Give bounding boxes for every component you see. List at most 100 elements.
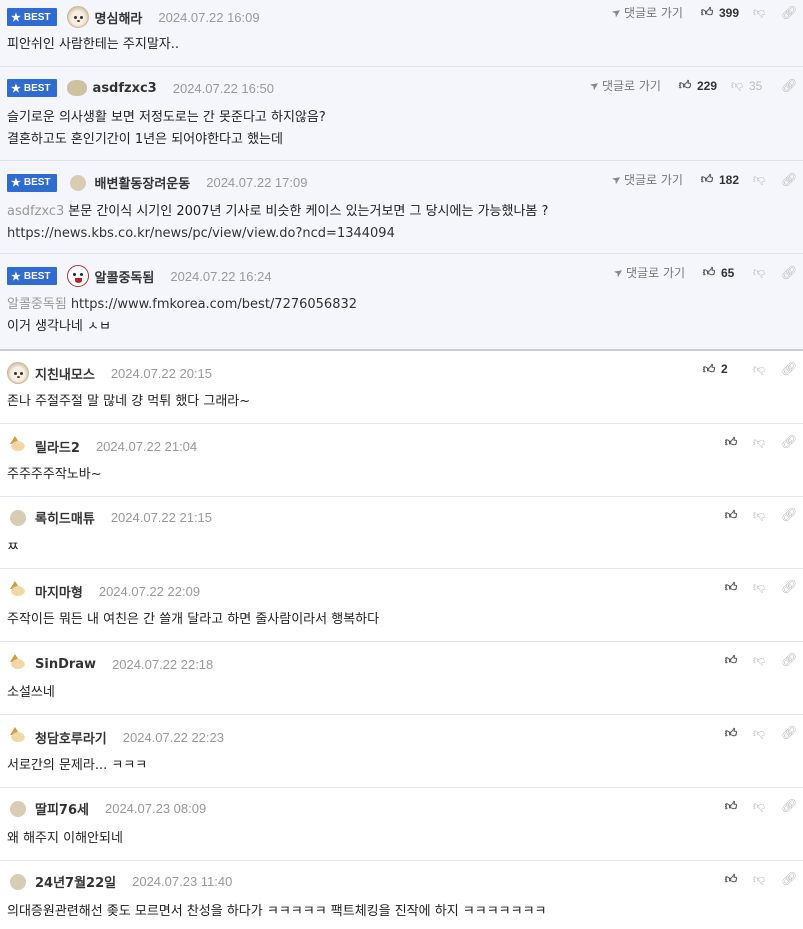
comment-date: 2024.07.22 21:04 xyxy=(95,438,198,454)
best-comment: ★ BEST asdfzxc3 2024.07.22 16:50 ➤ 댓글로 가기 … xyxy=(0,67,803,161)
thumbs-up-icon: 👍︎ xyxy=(678,78,692,92)
link-icon[interactable]: 🔗︎ xyxy=(781,78,798,94)
upvote-button[interactable]: 👍︎ xyxy=(723,653,739,668)
downvote-button[interactable]: 👎︎ xyxy=(751,362,767,377)
reply-link[interactable]: ➤ 댓글로 가기 xyxy=(587,77,661,94)
avatar[interactable] xyxy=(7,362,29,384)
comment-author[interactable]: 24년7월22일 xyxy=(35,872,116,891)
comment-date: 2024.07.22 22:23 xyxy=(122,729,224,745)
link-icon[interactable]: 🔗︎ xyxy=(781,507,798,523)
downvote-button[interactable]: 👎︎ 35 xyxy=(729,78,767,93)
reply-link[interactable]: ➤ 댓글로 가기 xyxy=(611,264,685,281)
avatar[interactable] xyxy=(69,174,86,191)
avatar[interactable] xyxy=(7,580,29,602)
star-icon: ★ xyxy=(11,270,21,283)
comment-date: 2024.07.22 17:09 xyxy=(206,175,308,190)
avatar[interactable] xyxy=(7,653,29,675)
downvote-button[interactable]: 👎︎ xyxy=(751,726,767,741)
link-icon[interactable]: 🔗︎ xyxy=(781,871,798,887)
reply-link[interactable]: ➤ 댓글로 가기 xyxy=(609,4,683,21)
avatar[interactable] xyxy=(7,435,29,457)
downvote-button[interactable]: 👎︎ xyxy=(751,172,767,187)
comment-author[interactable]: asdfzxc3 xyxy=(93,81,157,96)
thumbs-down-icon: 👎︎ xyxy=(752,579,766,594)
avatar[interactable] xyxy=(66,265,89,287)
upvote-button[interactable]: 👍︎ 229 xyxy=(677,78,717,93)
best-comment: ★ BEST 명심해라 2024.07.22 16:09 ➤ 댓글로 가기 👍︎ 39… xyxy=(0,0,803,67)
thumbs-up-icon: 👍︎ xyxy=(724,652,738,667)
comment-body: 서로간의 문제라... ㅋㅋㅋ xyxy=(7,758,148,773)
downvote-button[interactable]: 👎︎ xyxy=(751,435,767,450)
send-arrow-icon: ➤ xyxy=(608,171,624,188)
comment-item: 록히드매튜 2024.07.22 21:15 👍︎ 👎︎ 🔗︎ ㅉ xyxy=(0,497,803,569)
link-icon[interactable]: 🔗︎ xyxy=(781,5,798,21)
upvote-button[interactable]: 👍︎ 65 xyxy=(701,265,739,280)
upvote-button[interactable]: 👍︎ xyxy=(723,580,739,595)
downvote-button[interactable]: 👎︎ xyxy=(751,508,767,523)
upvote-button[interactable]: 👍︎ xyxy=(723,508,739,523)
link-icon[interactable]: 🔗︎ xyxy=(781,172,798,188)
link-icon[interactable]: 🔗︎ xyxy=(781,652,798,668)
downvote-button[interactable]: 👎︎ xyxy=(751,5,767,20)
upvote-button[interactable]: 👍︎ xyxy=(723,799,739,814)
downvote-button[interactable]: 👎︎ xyxy=(751,580,767,595)
comment-body: 존나 주절주절 말 많네 걍 먹튀 했다 그래라~ xyxy=(7,394,251,409)
comment-link[interactable]: https://www.fmkorea.com/best/7276056832 xyxy=(71,297,357,312)
comment-body: 왜 해주지 이해안되네 xyxy=(7,831,123,846)
comment-author[interactable]: SinDraw xyxy=(35,657,96,672)
thumbs-up-icon: 👍︎ xyxy=(724,579,738,594)
comment-date: 2024.07.22 16:09 xyxy=(158,9,260,25)
comment-date: 2024.07.22 22:18 xyxy=(112,656,214,672)
comment-author[interactable]: 배변활동장려운동 xyxy=(95,173,191,192)
downvote-button[interactable]: 👎︎ xyxy=(751,653,767,668)
avatar[interactable] xyxy=(10,509,26,526)
mention-target[interactable]: 알콜중독됨 xyxy=(7,297,67,312)
comment-author[interactable]: 지친내모스 xyxy=(35,364,95,383)
comment-author[interactable]: 청담호루라기 xyxy=(35,728,107,747)
avatar[interactable] xyxy=(10,873,26,890)
thumbs-down-icon: 👎︎ xyxy=(752,507,766,522)
link-icon[interactable]: 🔗︎ xyxy=(781,725,798,741)
comment-author[interactable]: 록히드매튜 xyxy=(35,508,95,527)
link-icon[interactable]: 🔗︎ xyxy=(781,798,798,814)
avatar[interactable] xyxy=(66,6,89,28)
comment-date: 2024.07.22 16:50 xyxy=(172,80,274,96)
comment-author[interactable]: 릴라드2 xyxy=(35,437,80,456)
upvote-button[interactable]: 👍︎ xyxy=(723,872,739,887)
upvote-button[interactable]: 👍︎ 2 xyxy=(701,362,739,377)
upvote-count: 182 xyxy=(718,172,739,187)
thumbs-up-icon: 👍︎ xyxy=(700,172,714,186)
thumbs-up-icon: 👍︎ xyxy=(724,725,738,740)
best-comment: ★ BEST 배변활동장려운동 2024.07.22 17:09 ➤ 댓글로 가기 … xyxy=(0,161,803,254)
thumbs-down-icon: 👎︎ xyxy=(752,798,766,813)
avatar[interactable] xyxy=(10,800,26,817)
comment-date: 2024.07.22 22:09 xyxy=(98,583,201,599)
thumbs-up-icon: 👍︎ xyxy=(724,434,738,449)
mention-target[interactable]: asdfzxc3 xyxy=(7,204,64,219)
reply-link[interactable]: ➤ 댓글로 가기 xyxy=(608,171,683,188)
link-icon[interactable]: 🔗︎ xyxy=(781,265,798,281)
link-icon[interactable]: 🔗︎ xyxy=(781,361,798,377)
downvote-button[interactable]: 👎︎ xyxy=(751,265,767,280)
upvote-button[interactable]: 👍︎ xyxy=(723,726,739,741)
comment-author[interactable]: 알콜중독됨 xyxy=(95,267,155,286)
upvote-button[interactable]: 👍︎ xyxy=(723,435,739,450)
comment-list: ★ BEST 명심해라 2024.07.22 16:09 ➤ 댓글로 가기 👍︎ 39… xyxy=(0,0,803,929)
upvote-button[interactable]: 👍︎ 399 xyxy=(699,5,739,20)
avatar[interactable] xyxy=(7,726,29,748)
comment-item: 딸피76세 2024.07.23 08:09 👍︎ 👎︎ 🔗︎ 왜 해주지 이해… xyxy=(0,788,803,861)
comment-author[interactable]: 딸피76세 xyxy=(35,799,89,818)
downvote-button[interactable]: 👎︎ xyxy=(751,799,767,814)
thumbs-down-icon: 👎︎ xyxy=(752,172,766,186)
downvote-button[interactable]: 👎︎ xyxy=(751,872,767,887)
comment-link[interactable]: https://news.kbs.co.kr/news/pc/view/view… xyxy=(7,226,395,241)
avatar[interactable] xyxy=(66,80,87,96)
upvote-count: 65 xyxy=(721,265,735,280)
star-icon: ★ xyxy=(11,177,21,189)
link-icon[interactable]: 🔗︎ xyxy=(781,434,798,450)
thumbs-down-icon: 👎︎ xyxy=(752,5,766,19)
comment-author[interactable]: 마지마형 xyxy=(35,582,83,601)
comment-author[interactable]: 명심해라 xyxy=(95,8,143,27)
link-icon[interactable]: 🔗︎ xyxy=(781,579,798,595)
upvote-button[interactable]: 👍︎ 182 xyxy=(699,172,739,187)
